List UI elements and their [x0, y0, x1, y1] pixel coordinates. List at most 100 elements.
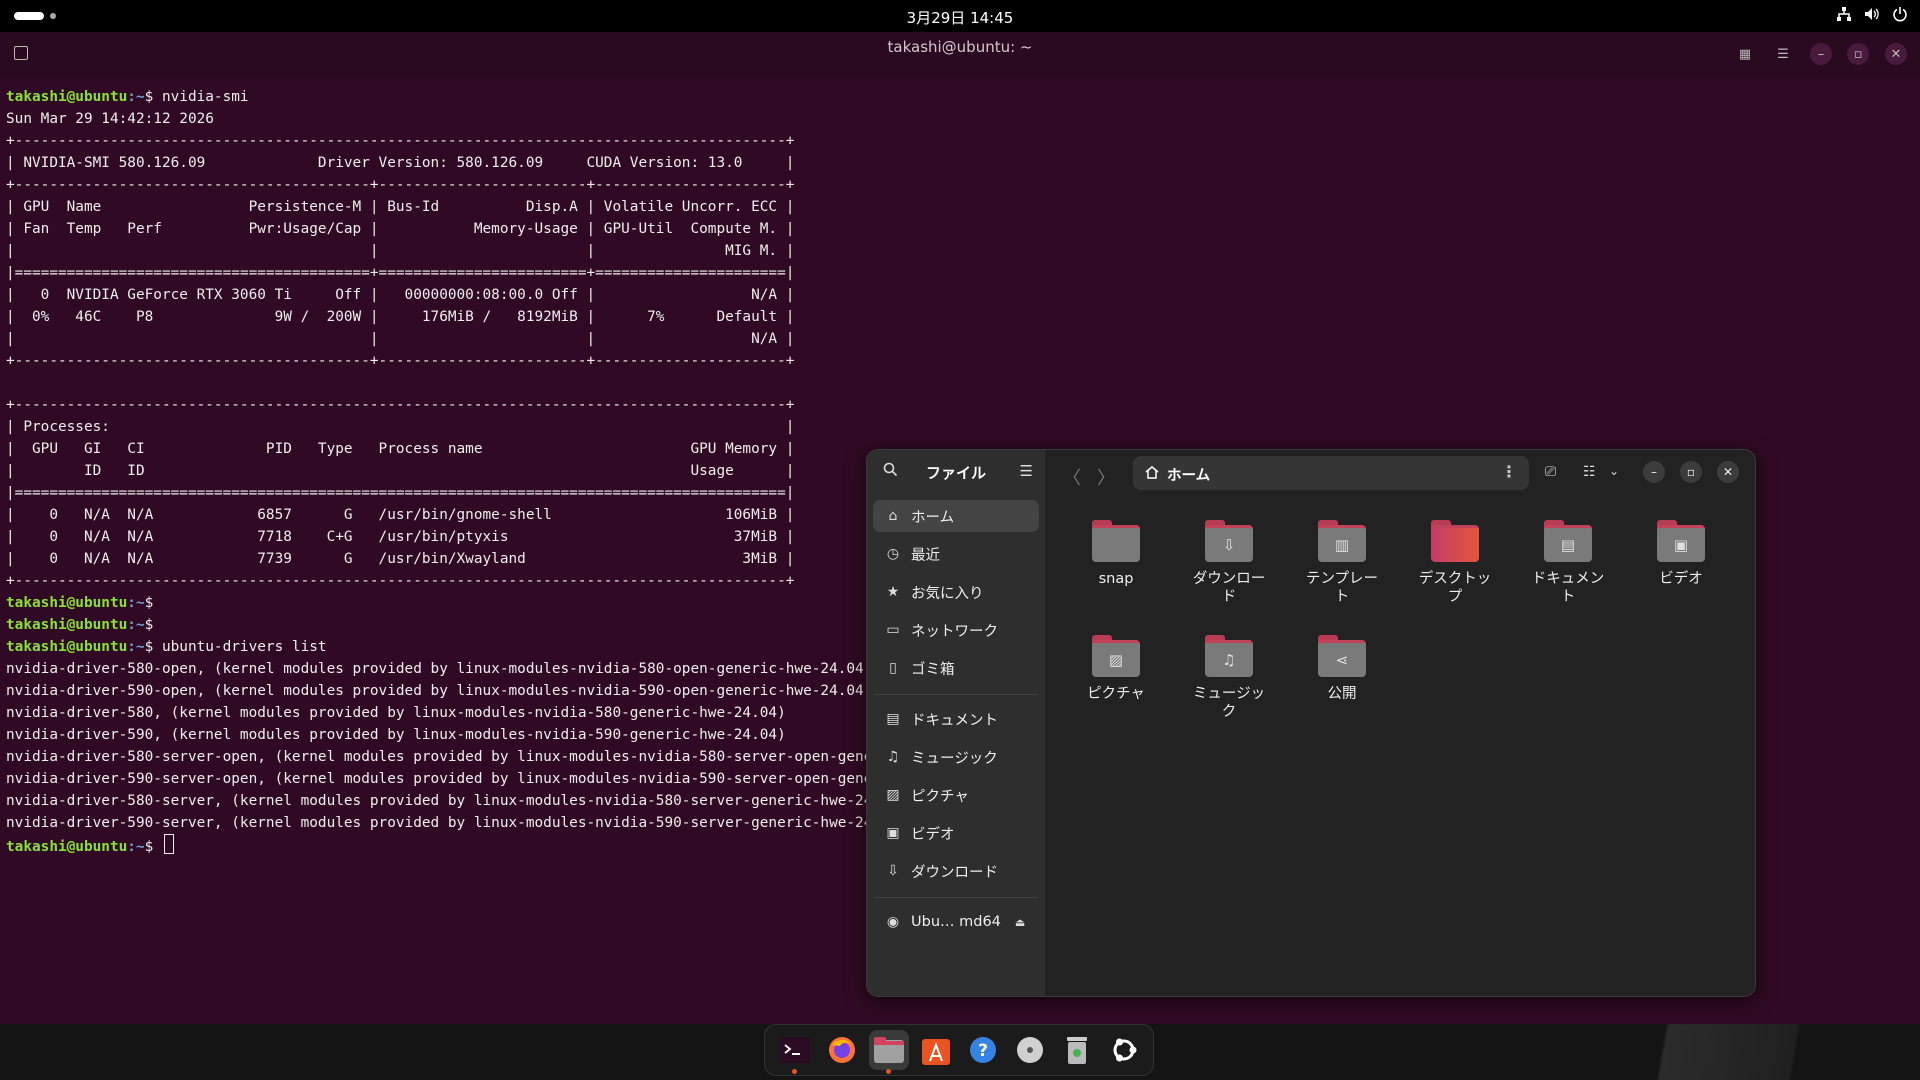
folder-item[interactable]: ⇩ ダウンロー ド	[1174, 520, 1284, 606]
menu-icon[interactable]: ☰	[1020, 462, 1033, 480]
folder-label: ビデオ	[1659, 571, 1703, 587]
eject-icon[interactable]: ⏏	[1015, 916, 1025, 929]
folder-item[interactable]: ▤ ドキュメン ト	[1513, 520, 1623, 606]
folder-icon	[1092, 520, 1140, 562]
sidebar-item-label: ホーム	[911, 509, 955, 526]
back-button[interactable]: 〈	[1063, 464, 1081, 490]
prompt-user: takashi@ubuntu	[6, 617, 128, 633]
folder-item[interactable]: ▣ ビデオ	[1626, 520, 1736, 588]
volume-icon[interactable]	[1864, 6, 1880, 22]
terminal-cursor	[163, 834, 174, 854]
videos-folder-icon: ▣	[1657, 520, 1705, 562]
prompt-path: :~	[127, 839, 145, 855]
sidebar-separator	[875, 694, 1037, 695]
forward-button[interactable]: 〉	[1097, 464, 1115, 490]
minimize-button[interactable]: –	[1810, 43, 1832, 65]
system-tray[interactable]	[1836, 6, 1908, 22]
ubuntu-icon[interactable]	[1104, 1030, 1144, 1070]
music-folder-icon: ♫	[1205, 635, 1253, 677]
sidebar-item-videos[interactable]: ▣ ビデオ	[873, 817, 1039, 849]
disc-icon[interactable]	[1010, 1030, 1050, 1070]
help-icon[interactable]: ?	[963, 1030, 1003, 1070]
close-button[interactable]: ✕	[1717, 461, 1739, 483]
folder-item[interactable]: ⋖ 公開	[1287, 635, 1397, 703]
terminal-icon[interactable]	[775, 1030, 815, 1074]
sidebar-item-label: お気に入り	[911, 585, 984, 602]
sidebar-item-starred[interactable]: ★ お気に入り	[873, 576, 1039, 608]
files-icon[interactable]	[868, 1030, 909, 1074]
sidebar-item-home[interactable]: ⌂ ホーム	[873, 500, 1039, 532]
folder-item[interactable]: ▥ テンプレー ト	[1287, 520, 1397, 606]
sidebar-item-pictures[interactable]: ▨ ピクチャ	[873, 779, 1039, 811]
trash-icon[interactable]	[1057, 1030, 1097, 1070]
folder-item[interactable]: ♫ ミュージッ ク	[1174, 635, 1284, 721]
search-folder-icon[interactable]: ⎚	[1545, 464, 1556, 480]
minimize-button[interactable]: –	[1643, 461, 1665, 483]
folder-label: ピクチャ	[1087, 686, 1145, 702]
folder-label: デスクトッ プ	[1418, 571, 1492, 605]
terminal-header: takashi@ubuntu: ~ ▦ ☰ – ▫ ✕	[0, 32, 1920, 78]
prompt-user: takashi@ubuntu	[6, 89, 128, 105]
prompt-path: :~	[127, 89, 145, 105]
prompt-path: :~	[127, 639, 145, 655]
desktop-folder-icon	[1431, 520, 1479, 562]
prompt-path: :~	[127, 617, 145, 633]
firefox-icon[interactable]	[822, 1030, 862, 1070]
prompt-symbol: $	[144, 595, 162, 611]
folder-item[interactable]: デスクトッ プ	[1400, 520, 1510, 606]
clock[interactable]: 3月29日 14:45	[0, 7, 1920, 28]
sidebar-separator	[875, 897, 1037, 898]
sidebar-item-label: Ubu… md64	[911, 914, 1001, 930]
files-window[interactable]: ファイル ☰ ⌂ ホーム ◷ 最近 ★ お気に入り ▭ ネットワーク ▯ ゴミ箱 ▤ ドキュ…	[866, 449, 1756, 997]
sidebar-item-trash[interactable]: ▯ ゴミ箱	[873, 652, 1039, 684]
network-icon: ▭	[886, 622, 900, 638]
document-icon: ▤	[886, 711, 900, 727]
view-list-icon[interactable]: ☷	[1583, 464, 1596, 480]
folder-label: ミュージッ ク	[1192, 686, 1266, 720]
command-2: ubuntu-drivers list	[161, 639, 327, 655]
files-main[interactable]: 〈 〉 ホーム ⋮ ⎚ ☷ ⌄ – ▫ ✕ snap ⇩ ダウンロー ド ▥ テンプ…	[1045, 450, 1755, 996]
home-icon	[1145, 466, 1159, 479]
terminal-output[interactable]: takashi@ubuntu:~$ nvidia-smi Sun Mar 29 …	[6, 86, 933, 858]
tab-overview-icon[interactable]: ▦	[1734, 43, 1756, 65]
dock-decoration	[1600, 1024, 1920, 1080]
maximize-button[interactable]: ▫	[1680, 461, 1702, 483]
home-icon: ⌂	[888, 508, 898, 524]
templates-folder-icon: ▥	[1318, 520, 1366, 562]
disc-icon: ◉	[886, 914, 900, 930]
close-button[interactable]: ✕	[1885, 43, 1907, 65]
prompt-symbol: $	[144, 617, 162, 633]
menu-icon[interactable]: ☰	[1772, 43, 1794, 65]
folder-label: snap	[1098, 571, 1134, 587]
chevron-down-icon[interactable]: ⌄	[1609, 464, 1619, 478]
folder-label: 公開	[1327, 686, 1357, 702]
app-center-icon[interactable]	[916, 1030, 956, 1070]
sidebar-title: ファイル	[925, 464, 986, 482]
network-icon[interactable]	[1836, 6, 1852, 22]
sidebar-item-music[interactable]: ♫ ミュージック	[873, 741, 1039, 773]
sidebar-item-documents[interactable]: ▤ ドキュメント	[873, 703, 1039, 735]
nvidia-smi-output: Sun Mar 29 14:42:12 2026 +--------------…	[6, 111, 795, 589]
pictures-folder-icon: ▨	[1092, 635, 1140, 677]
folder-item[interactable]: ▨ ピクチャ	[1061, 635, 1171, 703]
sidebar-item-label: ドキュメント	[911, 712, 998, 729]
sidebar-item-label: ピクチャ	[911, 788, 969, 805]
sidebar-item-drive[interactable]: ◉ Ubu… md64 ⏏	[873, 906, 1039, 938]
sidebar-item-recent[interactable]: ◷ 最近	[873, 538, 1039, 570]
folder-label: テンプレー ト	[1305, 571, 1379, 605]
more-options-icon[interactable]: ⋮	[1501, 462, 1517, 481]
trash-icon: ▯	[889, 660, 897, 676]
files-sidebar: ファイル ☰ ⌂ ホーム ◷ 最近 ★ お気に入り ▭ ネットワーク ▯ ゴミ箱 ▤ ドキュ…	[867, 450, 1045, 996]
documents-folder-icon: ▤	[1544, 520, 1592, 562]
command-1: nvidia-smi	[161, 89, 249, 105]
power-icon[interactable]	[1892, 6, 1908, 22]
sidebar-item-label: ミュージック	[911, 750, 998, 767]
sidebar-header: ファイル ☰	[867, 450, 1045, 490]
sidebar-item-network[interactable]: ▭ ネットワーク	[873, 614, 1039, 646]
terminal-title: takashi@ubuntu: ~	[887, 38, 1033, 56]
folder-item[interactable]: snap	[1061, 520, 1171, 588]
path-bar[interactable]: ホーム ⋮	[1133, 456, 1529, 490]
maximize-button[interactable]: ▫	[1847, 43, 1869, 65]
sidebar-item-label: ネットワーク	[911, 623, 998, 640]
sidebar-item-downloads[interactable]: ⇩ ダウンロード	[873, 855, 1039, 887]
